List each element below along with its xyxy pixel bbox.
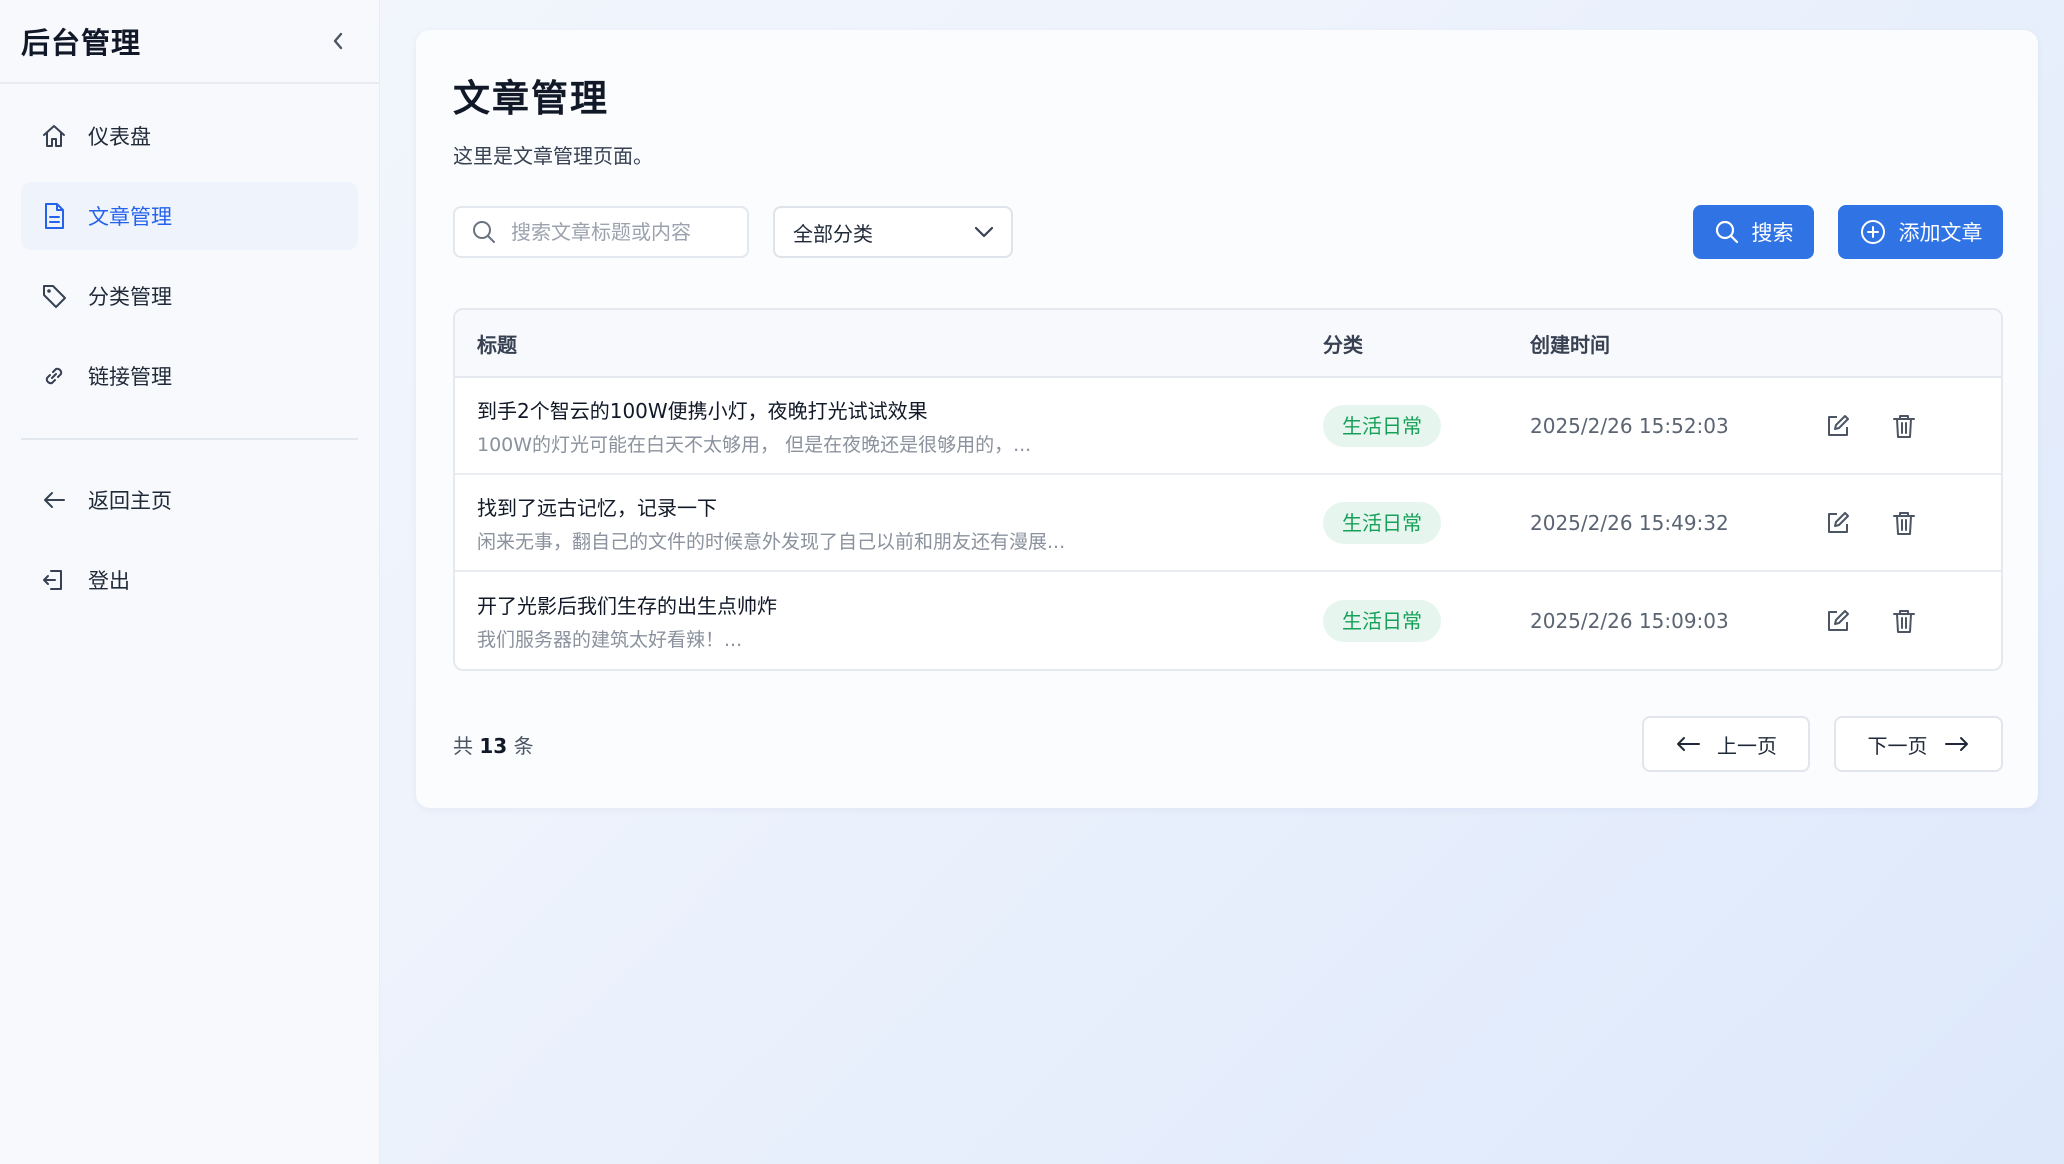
prev-page-button[interactable]: 上一页 (1642, 716, 1810, 772)
arrow-right-icon (1944, 737, 1968, 751)
sidebar-divider (21, 438, 358, 440)
total-prefix: 共 (453, 734, 473, 758)
article-excerpt: 我们服务器的建筑太好看辣！... (477, 628, 743, 651)
sidebar-item-label: 分类管理 (88, 285, 172, 309)
article-title[interactable]: 开了光影后我们生存的出生点帅炸 (477, 590, 1323, 619)
main-card: 文章管理 这里是文章管理页面。 全部分类 搜索 添加文章 标题 分类 创建时间 … (416, 30, 2038, 808)
chevron-down-icon (974, 226, 994, 238)
plus-circle-icon (1860, 220, 1885, 244)
next-page-label: 下一页 (1867, 733, 1928, 758)
collapse-sidebar-button[interactable] (323, 26, 353, 56)
column-header-created: 创建时间 (1530, 332, 1610, 357)
page-description: 这里是文章管理页面。 (453, 144, 653, 168)
sidebar-item-label: 登出 (88, 569, 130, 593)
category-select-value: 全部分类 (793, 221, 873, 246)
total-suffix: 条 (513, 734, 534, 758)
search-button-label: 搜索 (1751, 221, 1794, 245)
sidebar-item-logout[interactable]: 登出 (21, 546, 358, 614)
home-icon (38, 120, 70, 152)
category-badge: 生活日常 (1323, 404, 1441, 447)
brand-title: 后台管理 (21, 26, 142, 60)
edit-icon (1828, 609, 1849, 631)
sidebar-item-categories[interactable]: 分类管理 (21, 262, 358, 330)
link-icon (38, 360, 70, 392)
table-header: 标题 分类 创建时间 (455, 310, 2001, 378)
prev-page-label: 上一页 (1717, 733, 1777, 758)
total-count: 共 13 条 (453, 730, 534, 759)
category-badge: 生活日常 (1323, 599, 1441, 642)
table-row: 找到了远古记忆，记录一下 闲来无事，翻自己的文件的时候意外发现了自己以前和朋友还… (455, 475, 2001, 572)
trash-icon (1893, 609, 1915, 633)
edit-button[interactable] (1820, 505, 1856, 541)
document-icon (38, 200, 70, 232)
column-header-category: 分类 (1323, 332, 1363, 357)
article-excerpt: 闲来无事，翻自己的文件的时候意外发现了自己以前和朋友还有漫展... (477, 530, 1066, 553)
edit-icon (1828, 414, 1849, 436)
arrow-left-icon (38, 484, 70, 516)
delete-button[interactable] (1886, 408, 1922, 444)
search-icon (1715, 220, 1738, 244)
sidebar-item-label: 链接管理 (88, 365, 172, 389)
chevron-left-icon (333, 32, 343, 50)
table-row: 开了光影后我们生存的出生点帅炸 我们服务器的建筑太好看辣！... 生活日常 20… (455, 572, 2001, 669)
sidebar-item-label: 仪表盘 (88, 125, 151, 149)
add-article-button[interactable]: 添加文章 (1838, 205, 2003, 259)
page-title: 文章管理 (453, 77, 609, 120)
logout-icon (38, 564, 70, 596)
next-page-button[interactable]: 下一页 (1834, 716, 2003, 772)
article-title[interactable]: 到手2个智云的100W便携小灯，夜晚打光试试效果 (477, 395, 1323, 424)
sidebar-item-articles[interactable]: 文章管理 (21, 182, 358, 250)
category-select[interactable]: 全部分类 (773, 206, 1013, 258)
total-number: 13 (479, 734, 508, 758)
sidebar-item-links[interactable]: 链接管理 (21, 342, 358, 410)
sidebar: 后台管理 仪表盘 文章管理 分类管理 链接管理 返回主页 登出 (0, 0, 380, 1164)
created-time: 2025/2/26 15:52:03 (1530, 413, 1729, 438)
sidebar-header: 后台管理 (0, 0, 379, 84)
sidebar-item-home[interactable]: 返回主页 (21, 466, 358, 534)
category-badge: 生活日常 (1323, 501, 1441, 544)
edit-button[interactable] (1820, 603, 1856, 639)
sidebar-item-label: 返回主页 (88, 489, 172, 513)
sidebar-nav: 仪表盘 文章管理 分类管理 链接管理 返回主页 登出 (0, 84, 379, 614)
column-header-title: 标题 (477, 332, 517, 357)
table-row: 到手2个智云的100W便携小灯，夜晚打光试试效果 100W的灯光可能在白天不太够… (455, 378, 2001, 475)
search-icon (473, 221, 495, 243)
sidebar-item-label: 文章管理 (88, 205, 172, 229)
edit-icon (1828, 511, 1849, 533)
article-title[interactable]: 找到了远古记忆，记录一下 (477, 492, 1323, 521)
delete-button[interactable] (1886, 505, 1922, 541)
arrow-left-icon (1677, 737, 1700, 751)
delete-button[interactable] (1886, 603, 1922, 639)
edit-button[interactable] (1820, 408, 1856, 444)
created-time: 2025/2/26 15:49:32 (1530, 510, 1729, 535)
article-excerpt: 100W的灯光可能在白天不太够用， 但是在夜晚还是很够用的，... (477, 433, 1032, 456)
search-input[interactable] (511, 220, 731, 244)
add-article-button-label: 添加文章 (1898, 221, 1983, 245)
search-box[interactable] (453, 206, 749, 258)
search-button[interactable]: 搜索 (1693, 205, 1814, 259)
sidebar-item-dashboard[interactable]: 仪表盘 (21, 102, 358, 170)
trash-icon (1893, 414, 1915, 438)
created-time: 2025/2/26 15:09:03 (1530, 608, 1729, 633)
articles-table: 标题 分类 创建时间 到手2个智云的100W便携小灯，夜晚打光试试效果 100W… (453, 308, 2003, 671)
tag-icon (38, 280, 70, 312)
trash-icon (1893, 511, 1915, 535)
